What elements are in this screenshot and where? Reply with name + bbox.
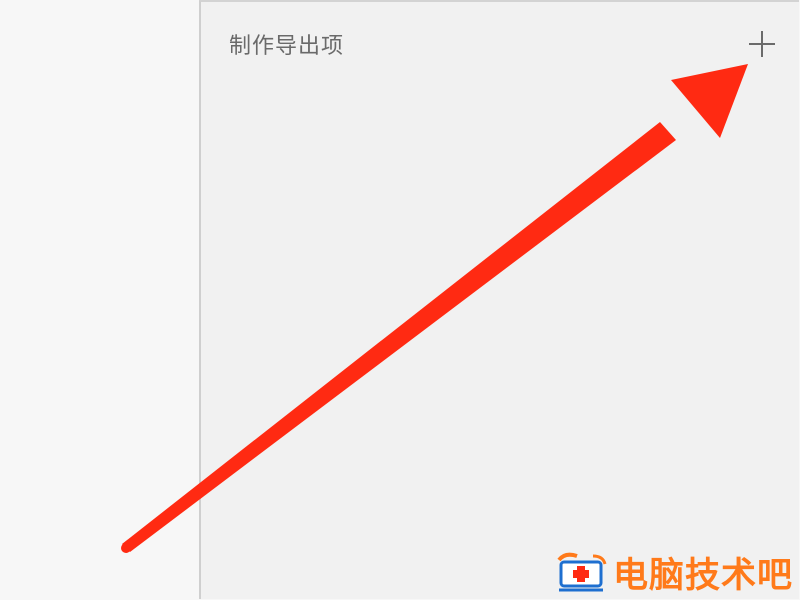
computer-medical-cross-logo-icon: [557, 552, 607, 592]
panel-title: 制作导出项: [229, 34, 345, 59]
watermark-text: 电脑技术吧: [613, 555, 794, 596]
export-items-panel: 制作导出项: [199, 0, 799, 599]
left-blank-area: [0, 0, 200, 600]
plus-icon: [749, 31, 775, 57]
watermark: 电脑技术吧: [555, 548, 793, 596]
add-export-item-button[interactable]: [746, 28, 778, 60]
